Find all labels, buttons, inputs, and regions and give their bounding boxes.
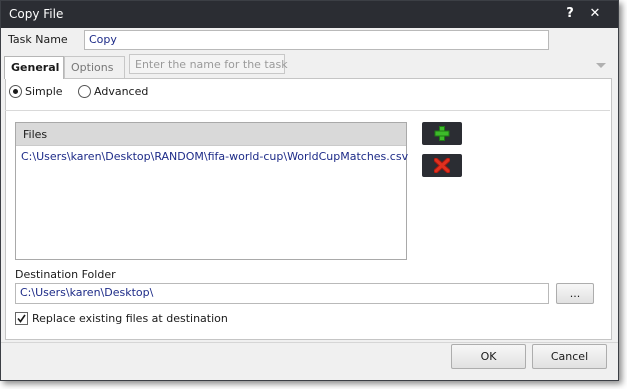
task-name-input[interactable]: Copy [84,30,549,50]
files-list[interactable]: Files C:\Users\karen\Desktop\RANDOM\fifa… [15,122,408,260]
delete-icon [434,158,450,173]
tab-options[interactable]: Options [64,56,125,78]
simple-label[interactable]: Simple [25,85,63,98]
browse-button[interactable]: ... [556,283,594,304]
checkmark-icon [17,314,26,323]
replace-label[interactable]: Replace existing files at destination [32,312,228,325]
list-item[interactable]: C:\Users\karen\Desktop\RANDOM\fifa-world… [16,146,408,167]
remove-file-button[interactable] [422,154,462,177]
help-button[interactable]: ? [561,5,579,23]
divider [5,110,610,111]
ok-button[interactable]: OK [451,344,526,369]
replace-checkbox[interactable] [15,312,28,325]
advanced-label[interactable]: Advanced [94,85,148,98]
add-file-button[interactable] [422,122,462,145]
footer-divider [1,342,618,343]
files-header: Files [16,123,406,146]
copy-file-dialog: Copy File ? ✕ Task Name Copy General Opt… [0,0,619,381]
window-title: Copy File [9,7,64,21]
plus-icon [434,126,450,141]
destination-input[interactable]: C:\Users\karen\Desktop\ [15,283,549,304]
close-button[interactable]: ✕ [586,5,604,23]
advanced-radio[interactable] [78,85,91,98]
task-name-tooltip: Enter the name for the task [129,54,288,74]
destination-label: Destination Folder [15,268,116,281]
cancel-button[interactable]: Cancel [532,344,607,369]
title-bar: Copy File ? ✕ [1,1,618,28]
simple-radio[interactable] [9,85,22,98]
tab-general[interactable]: General [4,56,64,79]
tab-dropdown-icon[interactable] [596,63,606,68]
task-name-label: Task Name [8,33,68,46]
